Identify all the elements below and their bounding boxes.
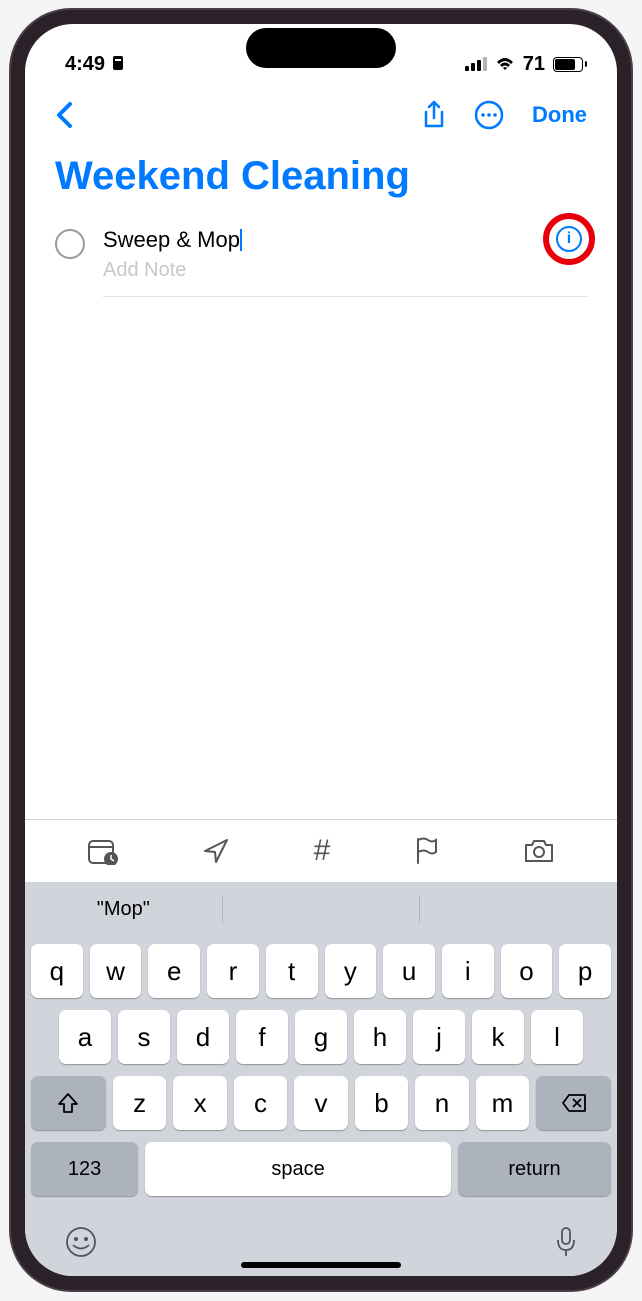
flag-icon (414, 837, 440, 865)
mic-icon (555, 1226, 577, 1258)
calendar-icon (87, 837, 119, 865)
emoji-button[interactable] (65, 1226, 97, 1258)
suggestion-1[interactable]: "Mop" (25, 898, 222, 921)
flag-button[interactable] (414, 837, 440, 865)
key-c[interactable]: c (234, 1076, 287, 1130)
key-s[interactable]: s (118, 1010, 170, 1064)
calendar-button[interactable] (87, 837, 119, 865)
back-button[interactable] (55, 101, 73, 129)
backspace-key[interactable] (536, 1076, 611, 1130)
key-l[interactable]: l (531, 1010, 583, 1064)
reminder-checkbox[interactable] (55, 229, 85, 259)
chevron-left-icon (55, 101, 73, 129)
key-z[interactable]: z (113, 1076, 166, 1130)
more-button[interactable] (474, 100, 504, 130)
key-n[interactable]: n (415, 1076, 468, 1130)
backspace-icon (561, 1093, 587, 1113)
camera-icon (523, 838, 555, 864)
key-r[interactable]: r (207, 944, 259, 998)
mic-button[interactable] (555, 1226, 577, 1258)
info-button-highlight: i (543, 213, 595, 265)
key-x[interactable]: x (173, 1076, 226, 1130)
numbers-key[interactable]: 123 (31, 1142, 138, 1196)
key-o[interactable]: o (501, 944, 553, 998)
keyboard: qwertyuiop asdfghjkl zxcvbnm 123 space r… (25, 936, 617, 1276)
key-b[interactable]: b (355, 1076, 408, 1130)
hash-icon: # (314, 834, 331, 867)
phone-frame: 4:49 71 (11, 10, 631, 1290)
battery-icon (553, 57, 587, 72)
location-icon (202, 837, 230, 865)
nav-bar: Done (25, 84, 617, 146)
location-button[interactable] (202, 837, 230, 865)
key-d[interactable]: d (177, 1010, 229, 1064)
screen: 4:49 71 (25, 24, 617, 1276)
key-a[interactable]: a (59, 1010, 111, 1064)
key-w[interactable]: w (90, 944, 142, 998)
key-k[interactable]: k (472, 1010, 524, 1064)
reminder-text-input[interactable]: Sweep & Mop (103, 227, 240, 253)
space-key[interactable]: space (145, 1142, 451, 1196)
share-icon (422, 100, 446, 130)
reminder-toolbar: # (25, 819, 617, 882)
home-indicator[interactable] (241, 1262, 401, 1268)
text-cursor (240, 229, 242, 251)
key-p[interactable]: p (559, 944, 611, 998)
ellipsis-icon (474, 100, 504, 130)
done-button[interactable]: Done (532, 102, 587, 128)
content-area[interactable] (25, 305, 617, 819)
add-note-placeholder[interactable]: Add Note (103, 259, 587, 282)
key-f[interactable]: f (236, 1010, 288, 1064)
wifi-icon (495, 57, 515, 72)
battery-percent: 71 (523, 53, 545, 76)
key-q[interactable]: q (31, 944, 83, 998)
key-i[interactable]: i (442, 944, 494, 998)
key-g[interactable]: g (295, 1010, 347, 1064)
key-y[interactable]: y (325, 944, 377, 998)
shift-icon (57, 1092, 79, 1114)
key-j[interactable]: j (413, 1010, 465, 1064)
notch (246, 28, 396, 68)
key-u[interactable]: u (383, 944, 435, 998)
tag-button[interactable]: # (314, 834, 331, 868)
status-time: 4:49 (65, 53, 105, 76)
key-h[interactable]: h (354, 1010, 406, 1064)
reminder-row[interactable]: Sweep & Mop Add Note i (25, 219, 617, 305)
key-m[interactable]: m (476, 1076, 529, 1130)
focus-icon (111, 56, 125, 72)
shift-key[interactable] (31, 1076, 106, 1130)
key-v[interactable]: v (294, 1076, 347, 1130)
annotation-circle (543, 213, 595, 265)
suggestion-bar: "Mop" (25, 882, 617, 936)
list-title[interactable]: Weekend Cleaning (25, 146, 617, 219)
share-button[interactable] (422, 100, 446, 130)
signal-icon (465, 57, 487, 71)
return-key[interactable]: return (458, 1142, 611, 1196)
camera-button[interactable] (523, 838, 555, 864)
emoji-icon (65, 1226, 97, 1258)
key-t[interactable]: t (266, 944, 318, 998)
key-e[interactable]: e (148, 944, 200, 998)
